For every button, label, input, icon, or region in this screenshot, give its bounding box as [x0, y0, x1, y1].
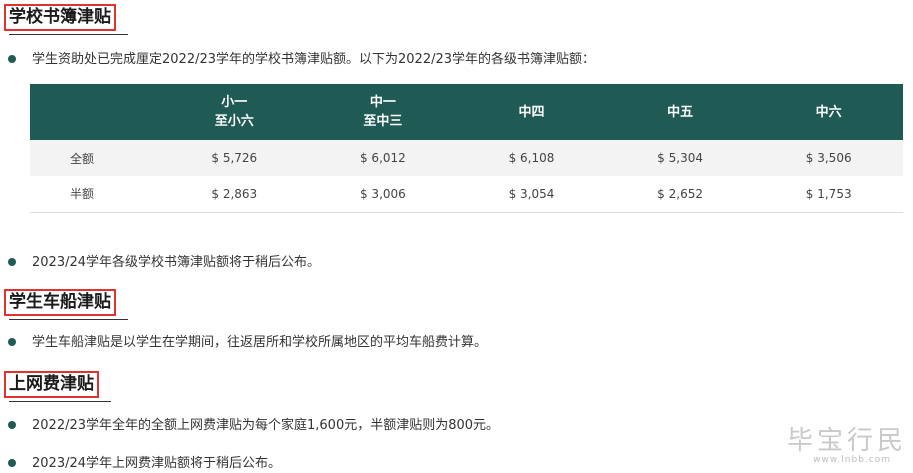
table-header-cell: 中四 — [457, 84, 606, 140]
bullet-dot-icon — [8, 337, 16, 346]
table-cell: $ 3,506 — [754, 140, 903, 176]
table-cell: $ 2,863 — [160, 176, 309, 213]
watermark-url: www.lnbb.com — [813, 455, 891, 465]
bullet-dot-icon — [8, 458, 16, 467]
table-cell: $ 2,652 — [605, 176, 755, 213]
bullet-textbook-note: 2023/24学年各级学校书簿津贴额将于稍后公布。 — [8, 255, 320, 271]
bullet-travel-text: 学生车船津贴是以学生在学期间，往返居所和学校所属地区的平均车船费计算。 — [8, 335, 487, 351]
table-row-label: 半额 — [30, 176, 160, 213]
table-header-row: 小一 至小六 中一 至中三 中四 中五 中六 — [30, 84, 903, 140]
textbook-allowance-table: 小一 至小六 中一 至中三 中四 中五 中六 全额 $ 5,726 $ 6,012 … — [30, 84, 903, 213]
bullet-dot-icon — [8, 420, 16, 429]
bullet-internet-text1: 2022/23学年全年的全额上网费津贴为每个家庭1,600元，半额津贴则为800… — [8, 418, 499, 434]
table-cell: $ 3,006 — [308, 176, 458, 213]
table-cell: $ 6,012 — [308, 140, 458, 176]
section-title-internet-subsidy: 上网费津贴 — [4, 371, 111, 402]
bullet-textbook-intro: 学生资助处已完成厘定2022/23学年的学校书簿津贴额。以下为2022/23学年… — [8, 52, 595, 68]
bullet-text: 2022/23学年全年的全额上网费津贴为每个家庭1,600元，半额津贴则为800… — [32, 418, 500, 433]
section-title-textbook-allowance: 学校书簿津贴 — [4, 4, 128, 35]
table-row-label: 全额 — [30, 140, 160, 176]
table-header-cell: 中一 至中三 — [308, 84, 458, 140]
table-header-cell — [30, 84, 160, 140]
table-cell: $ 6,108 — [457, 140, 606, 176]
bullet-text: 2023/24学年各级学校书簿津贴额将于稍后公布。 — [32, 255, 321, 270]
table-cell: $ 3,054 — [457, 176, 606, 213]
watermark-logo: 毕宝行民 — [786, 426, 907, 456]
table-row: 全额 $ 5,726 $ 6,012 $ 6,108 $ 5,304 $ 3,5… — [30, 140, 903, 176]
bullet-text: 2023/24学年上网费津贴额将于稍后公布。 — [32, 456, 282, 471]
table-cell: $ 1,753 — [754, 176, 903, 213]
bullet-internet-text2: 2023/24学年上网费津贴额将于稍后公布。 — [8, 456, 281, 472]
table-cell: $ 5,304 — [605, 140, 755, 176]
bullet-text: 学生资助处已完成厘定2022/23学年的学校书簿津贴额。以下为2022/23学年… — [32, 52, 596, 67]
table-cell: $ 5,726 — [160, 140, 309, 176]
bullet-text: 学生车船津贴是以学生在学期间，往返居所和学校所属地区的平均车船费计算。 — [32, 335, 488, 350]
section-title-travel-subsidy: 学生车船津贴 — [4, 289, 128, 320]
table-header-cell: 中六 — [754, 84, 903, 140]
table-header-cell: 中五 — [605, 84, 755, 140]
bullet-dot-icon — [8, 54, 16, 63]
bullet-dot-icon — [8, 257, 16, 266]
page: 学校书簿津贴 学生资助处已完成厘定2022/23学年的学校书簿津贴额。以下为20… — [0, 0, 913, 473]
table-header-cell: 小一 至小六 — [160, 84, 309, 140]
table-row: 半额 $ 2,863 $ 3,006 $ 3,054 $ 2,652 $ 1,7… — [30, 176, 903, 213]
